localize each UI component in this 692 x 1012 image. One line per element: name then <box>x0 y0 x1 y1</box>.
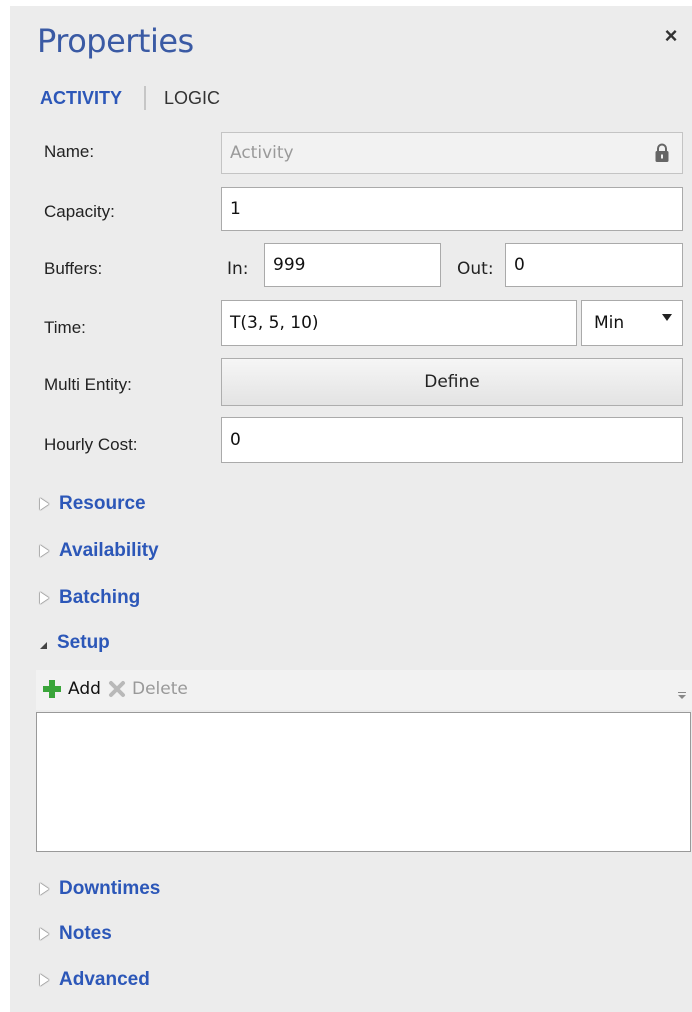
expand-icon <box>40 545 49 557</box>
time-input[interactable]: T(3, 5, 10) <box>221 300 577 346</box>
multi-entity-label: Multi Entity: <box>44 375 132 394</box>
buffers-label: Buffers: <box>44 259 103 278</box>
buffers-in-label: In: <box>227 259 249 279</box>
expand-icon <box>40 498 49 510</box>
tab-activity[interactable]: ACTIVITY <box>40 88 122 109</box>
buffers-out-input[interactable]: 0 <box>505 243 683 287</box>
toolbar-overflow-icon[interactable] <box>678 692 686 700</box>
section-setup[interactable]: Setup <box>40 632 110 654</box>
section-setup-label: Setup <box>57 632 110 653</box>
buffers-in-input[interactable]: 999 <box>264 243 441 287</box>
expand-icon <box>40 928 49 940</box>
buffers-out-label: Out: <box>457 259 494 279</box>
chevron-down-icon <box>662 314 672 321</box>
properties-panel: Properties × ACTIVITY LOGIC Name: Activi… <box>10 6 692 1012</box>
section-availability-label: Availability <box>59 540 159 561</box>
delete-button[interactable]: Delete <box>108 679 188 699</box>
section-resource[interactable]: Resource <box>40 493 146 515</box>
panel-title: Properties <box>37 22 194 60</box>
time-label: Time: <box>44 318 86 337</box>
tab-logic[interactable]: LOGIC <box>164 88 220 109</box>
section-resource-label: Resource <box>59 493 146 514</box>
section-downtimes-label: Downtimes <box>59 878 161 899</box>
setup-list[interactable] <box>36 712 691 852</box>
time-unit-select[interactable]: Min <box>581 300 683 346</box>
section-advanced-label: Advanced <box>59 969 150 990</box>
add-button-label: Add <box>68 679 101 699</box>
capacity-label: Capacity: <box>44 202 115 221</box>
plus-icon <box>43 680 61 698</box>
add-button[interactable]: Add <box>42 679 101 699</box>
section-availability[interactable]: Availability <box>40 540 159 562</box>
tab-divider <box>144 86 147 110</box>
name-label: Name: <box>44 142 95 161</box>
hourly-cost-label: Hourly Cost: <box>44 435 138 454</box>
collapse-icon <box>40 641 47 649</box>
expand-icon <box>40 592 49 604</box>
name-field[interactable]: Activity <box>221 132 683 174</box>
section-downtimes[interactable]: Downtimes <box>40 878 160 900</box>
setup-toolbar: Add Delete <box>36 670 692 710</box>
delete-x-icon <box>109 681 125 697</box>
close-icon[interactable]: × <box>661 25 681 47</box>
section-advanced[interactable]: Advanced <box>40 969 150 991</box>
define-button[interactable]: Define <box>221 358 683 406</box>
expand-icon <box>40 974 49 986</box>
hourly-cost-input[interactable]: 0 <box>221 417 683 463</box>
section-batching-label: Batching <box>59 587 141 608</box>
lock-icon <box>655 143 669 162</box>
section-notes-label: Notes <box>59 923 112 944</box>
tab-bar: ACTIVITY LOGIC <box>40 86 220 110</box>
section-notes[interactable]: Notes <box>40 923 112 945</box>
capacity-input[interactable]: 1 <box>221 187 683 231</box>
delete-button-label: Delete <box>132 679 188 699</box>
expand-icon <box>40 883 49 895</box>
name-value: Activity <box>230 143 294 163</box>
section-batching[interactable]: Batching <box>40 587 140 609</box>
time-unit-value: Min <box>594 313 625 333</box>
